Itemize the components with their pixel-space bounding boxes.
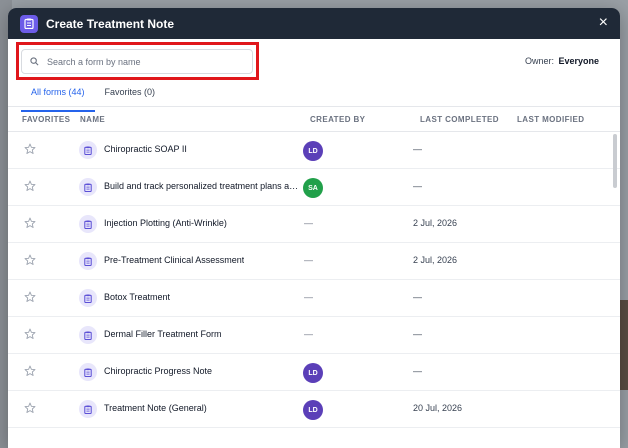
tab-all-forms[interactable]: All forms (44)	[21, 85, 95, 112]
form-name[interactable]: Build and track personalized treatment p…	[104, 181, 299, 191]
table-row[interactable]: Pre-Treatment Clinical Assessment — 2 Jul,…	[8, 243, 620, 280]
tabs: All forms (44) Favorites (0)	[8, 85, 620, 112]
clipboard-icon	[79, 363, 97, 381]
avatar: LD	[303, 141, 323, 161]
last-completed-value: —	[413, 366, 422, 376]
created-by-value: —	[304, 218, 313, 228]
column-last-completed[interactable]: LAST COMPLETED	[420, 115, 499, 124]
table-row[interactable]: Build and track personalized treatment p…	[8, 169, 620, 206]
created-by-value: —	[304, 292, 313, 302]
clipboard-icon	[79, 252, 97, 270]
table-header: FAVORITES NAME CREATED BY LAST COMPLETED…	[8, 107, 620, 132]
create-treatment-note-modal: Create Treatment Note × Owner: Everyone …	[8, 8, 620, 448]
owner-label: Owner:	[524, 56, 554, 66]
created-by-value: —	[304, 329, 313, 339]
star-outline-icon[interactable]	[24, 143, 36, 155]
star-outline-icon[interactable]	[24, 328, 36, 340]
star-outline-icon[interactable]	[24, 402, 36, 414]
last-completed-value: —	[413, 181, 422, 191]
form-name[interactable]: Chiropractic SOAP II	[104, 144, 187, 154]
last-completed-value: —	[413, 329, 422, 339]
tab-favorites[interactable]: Favorites (0)	[95, 85, 166, 106]
owner-value[interactable]: Everyone	[558, 56, 599, 66]
table-row[interactable]: Treatment Note (General) LD 20 Jul, 2026	[8, 391, 620, 428]
column-favorites: FAVORITES	[22, 115, 71, 124]
avatar: SA	[303, 178, 323, 198]
clipboard-icon	[79, 289, 97, 307]
table-row[interactable]: Botox Treatment — —	[8, 280, 620, 317]
search-icon	[30, 57, 39, 66]
column-created-by[interactable]: CREATED BY	[310, 115, 365, 124]
form-name[interactable]: Injection Plotting (Anti-Wrinkle)	[104, 218, 227, 228]
star-outline-icon[interactable]	[24, 217, 36, 229]
form-name[interactable]: Dermal Filler Treatment Form	[104, 329, 222, 339]
owner-filter[interactable]: Owner: Everyone	[525, 56, 599, 66]
last-completed-value: —	[413, 292, 422, 302]
clipboard-icon	[79, 400, 97, 418]
star-outline-icon[interactable]	[24, 180, 36, 192]
forms-table-body: Chiropractic SOAP II LD — Build and track p…	[8, 132, 620, 428]
clipboard-icon	[79, 178, 97, 196]
table-row[interactable]: Chiropractic SOAP II LD —	[8, 132, 620, 169]
form-name[interactable]: Chiropractic Progress Note	[104, 366, 212, 376]
column-last-modified[interactable]: LAST MODIFIED	[517, 115, 584, 124]
form-name[interactable]: Pre-Treatment Clinical Assessment	[104, 255, 244, 265]
clipboard-icon	[79, 326, 97, 344]
table-row[interactable]: Chiropractic Progress Note LD —	[8, 354, 620, 391]
last-completed-value: 20 Jul, 2026	[413, 403, 463, 413]
last-completed-value: 2 Jul, 2026	[413, 255, 458, 265]
last-completed-value: —	[413, 144, 422, 154]
search-box[interactable]	[21, 49, 253, 74]
star-outline-icon[interactable]	[24, 254, 36, 266]
last-completed-value: 2 Jul, 2026	[413, 218, 458, 228]
star-outline-icon[interactable]	[24, 291, 36, 303]
search-row: Owner: Everyone	[8, 39, 620, 85]
column-name[interactable]: NAME	[80, 115, 105, 124]
scrollbar[interactable]	[613, 134, 617, 188]
clipboard-icon	[20, 14, 38, 33]
table-row[interactable]: Injection Plotting (Anti-Wrinkle) — 2 Jul,…	[8, 206, 620, 243]
avatar: LD	[303, 363, 323, 383]
modal-header: Create Treatment Note ×	[8, 8, 620, 39]
modal-title: Create Treatment Note	[46, 16, 175, 31]
created-by-value: —	[304, 255, 313, 265]
form-name[interactable]: Treatment Note (General)	[104, 403, 207, 413]
clipboard-icon	[79, 215, 97, 233]
clipboard-icon	[79, 141, 97, 159]
table-row[interactable]: Dermal Filler Treatment Form — —	[8, 317, 620, 354]
avatar: LD	[303, 400, 323, 420]
star-outline-icon[interactable]	[24, 365, 36, 377]
close-icon[interactable]: ×	[599, 15, 608, 31]
form-name[interactable]: Botox Treatment	[104, 292, 170, 302]
search-input[interactable]	[45, 55, 239, 68]
